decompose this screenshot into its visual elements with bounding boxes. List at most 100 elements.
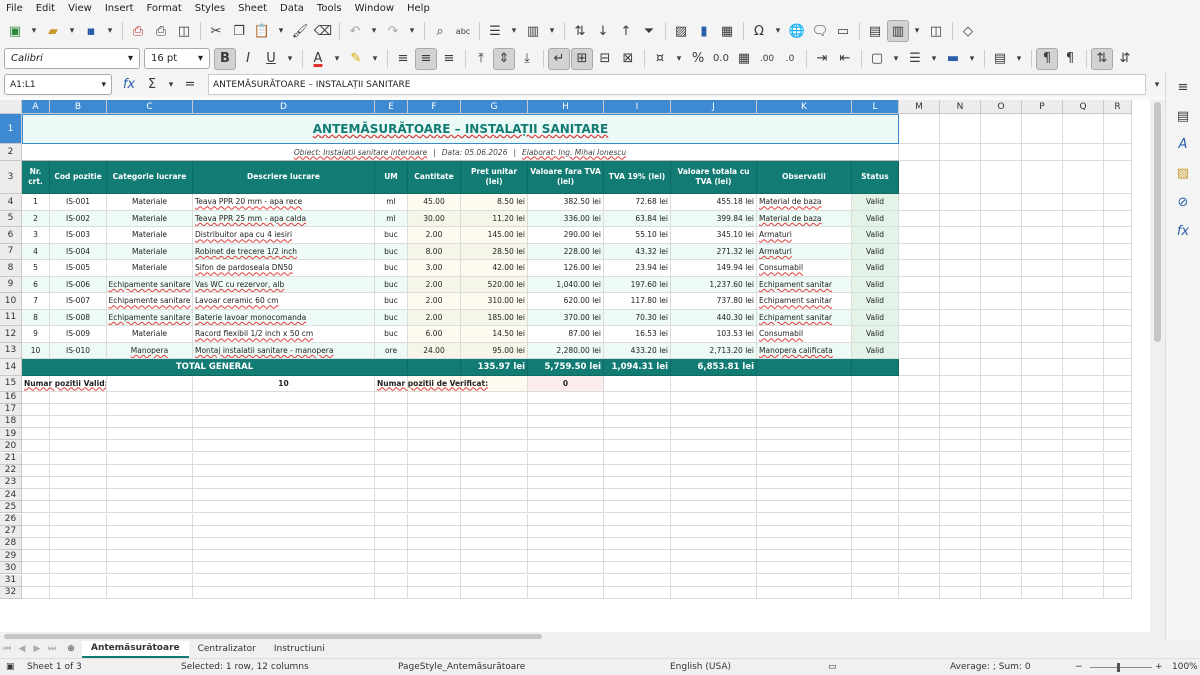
cell[interactable] [1063,537,1104,551]
cell[interactable] [852,428,899,441]
cell[interactable] [1022,243,1063,260]
cell[interactable] [757,513,852,526]
data-cell[interactable]: 2,280.00 lei [528,342,604,359]
data-cell[interactable]: Echipament sanitar [757,309,852,326]
cell[interactable] [22,476,50,490]
sum-icon[interactable]: Σ [141,74,163,96]
cell[interactable] [22,415,50,429]
cell[interactable] [1022,403,1063,416]
valid-count-value[interactable]: 10 [193,375,375,392]
font-color-dropdown-icon[interactable]: ▾ [330,48,344,70]
cell[interactable] [1022,161,1063,194]
cell[interactable] [899,501,940,514]
cell[interactable] [940,293,981,310]
cell[interactable] [1063,243,1104,260]
cell[interactable] [981,309,1022,326]
last-sheet-icon[interactable]: ⏭ [45,638,59,660]
row-header-1[interactable]: 1 [0,114,22,144]
menu-file[interactable]: File [6,3,23,14]
cell[interactable] [757,574,852,587]
cell[interactable] [940,403,981,416]
column-header-K[interactable]: K [757,100,852,114]
cell[interactable] [1022,293,1063,310]
cell[interactable] [50,440,107,453]
menu-insert[interactable]: Insert [105,3,134,14]
cell[interactable] [107,586,193,599]
cell[interactable] [408,562,461,575]
cell[interactable] [940,342,981,359]
cell[interactable] [671,501,757,514]
cell[interactable] [1022,276,1063,293]
cell[interactable] [408,415,461,429]
navigator-icon[interactable]: ⊘ [1172,191,1194,213]
cell[interactable] [899,293,940,310]
sheet-title[interactable]: ANTEMĂSURĂTOARE – INSTALAȚII SANITARE [22,114,899,144]
data-cell[interactable]: 399.84 lei [671,210,757,227]
tab-instructiuni[interactable]: Instructiuni [265,641,334,658]
data-cell[interactable]: buc [375,227,408,244]
cell[interactable] [852,525,899,538]
cell[interactable] [852,440,899,453]
data-cell[interactable]: IS-002 [50,210,107,227]
merge-cells-icon[interactable]: ⊟ [594,48,616,70]
cell[interactable] [604,375,671,392]
data-cell[interactable]: IS-006 [50,276,107,293]
cell[interactable] [981,375,1022,392]
cell[interactable] [408,391,461,404]
row-header-23[interactable]: 23 [0,476,22,490]
cell[interactable] [757,452,852,465]
data-cell[interactable]: Teava PPR 25 mm - apa calda [193,210,375,227]
sort-descending-icon[interactable]: ↑ [615,20,637,42]
cell[interactable] [1063,144,1104,161]
row-header-21[interactable]: 21 [0,452,22,465]
highlight-color-icon[interactable]: ✎ [345,48,367,70]
cell[interactable] [1104,293,1132,310]
text-direction-icon[interactable]: ⇅ [1091,47,1113,70]
cell[interactable] [107,403,193,416]
gallery-icon[interactable]: ▨ [1172,162,1194,184]
cell[interactable] [1022,428,1063,441]
row-header-31[interactable]: 31 [0,574,22,587]
data-cell[interactable]: 43.32 lei [604,243,671,260]
data-cell[interactable]: 5 [22,260,50,277]
cell[interactable] [757,391,852,404]
undo-icon[interactable]: ↶ [344,20,366,42]
cell[interactable] [1104,452,1132,465]
cell[interactable] [1063,464,1104,477]
clone-formatting-icon[interactable]: 🖌 [289,20,311,42]
row-header-16[interactable]: 16 [0,391,22,404]
cell[interactable] [981,525,1022,538]
cell[interactable] [757,525,852,538]
cell[interactable] [193,452,375,465]
row-header-3[interactable]: 3 [0,161,22,194]
increase-indent-icon[interactable]: ⇥ [811,48,833,70]
data-cell[interactable]: 11.20 lei [461,210,528,227]
cell[interactable] [1104,243,1132,260]
zoom-in-icon[interactable]: + [1155,662,1163,672]
freeze-dropdown-icon[interactable]: ▾ [910,20,924,42]
cell[interactable] [1104,276,1132,293]
cell[interactable] [899,403,940,416]
data-cell[interactable]: 23.94 lei [604,260,671,277]
cell[interactable] [193,440,375,453]
cell[interactable] [604,586,671,599]
row-header-11[interactable]: 11 [0,309,22,326]
date-format-icon[interactable]: ▦ [733,48,755,70]
cell[interactable] [981,276,1022,293]
data-cell[interactable]: 433.20 lei [604,342,671,359]
cell[interactable] [408,513,461,526]
cell[interactable] [940,194,981,211]
cell[interactable] [899,114,940,144]
cell[interactable] [1104,550,1132,563]
cell[interactable] [1063,210,1104,227]
data-cell[interactable]: buc [375,293,408,310]
cell[interactable] [1104,161,1132,194]
cell[interactable] [1022,375,1063,392]
data-cell[interactable]: 2 [22,210,50,227]
row-header-2[interactable]: 2 [0,144,22,161]
cell[interactable] [193,525,375,538]
cell[interactable] [852,501,899,514]
cell[interactable] [940,562,981,575]
freeze-rows-columns-icon[interactable]: ▥ [887,20,909,42]
cell[interactable] [852,476,899,490]
